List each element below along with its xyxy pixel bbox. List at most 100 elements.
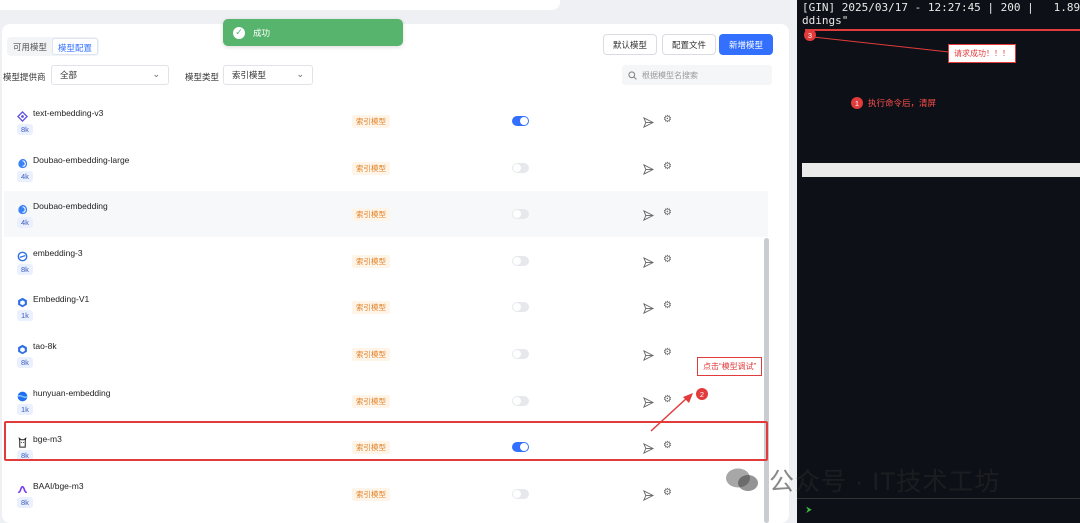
debug-callout: 点击“模型调试”: [697, 357, 763, 376]
table-row: text-embedding-v3 8k 索引模型 ⚙: [4, 98, 768, 144]
enable-toggle[interactable]: [512, 162, 529, 173]
model-name: BAAI/bge-m3: [33, 480, 84, 491]
model-type-tag: 索引模型: [352, 348, 390, 361]
type-select[interactable]: 索引模型 ⌄: [223, 65, 313, 85]
model-name: embedding-3: [33, 247, 83, 258]
type-select-value: 索引模型: [232, 70, 267, 80]
terminal-line-2: ddings": [802, 14, 849, 27]
context-badge: 1k: [17, 403, 33, 415]
wechat-icon: [726, 468, 758, 491]
send-icon[interactable]: [643, 348, 655, 366]
table-row: Embedding-V1 1k 索引模型 ⚙: [4, 284, 768, 330]
clear-note: 1 执行命令后，清屏: [851, 97, 936, 109]
enable-toggle[interactable]: [512, 349, 529, 359]
enable-toggle[interactable]: [512, 209, 529, 220]
table-row: Doubao-embedding-large 4k 索引模型 ⚙: [4, 145, 768, 191]
table-row: tao-8k 8k 索引模型 ⚙: [4, 331, 768, 377]
gear-icon[interactable]: ⚙: [663, 300, 672, 311]
enable-toggle[interactable]: [512, 302, 529, 313]
model-type-tag: 索引模型: [352, 301, 390, 315]
enable-toggle[interactable]: [512, 116, 529, 126]
doubao-icon: [17, 202, 28, 215]
send-icon[interactable]: [643, 208, 655, 226]
context-badge: 8k: [17, 496, 33, 508]
toast-message: 成功: [253, 27, 271, 38]
qwen-icon: [17, 109, 28, 122]
siliconflow-icon: [17, 482, 28, 493]
enable-toggle[interactable]: [512, 395, 529, 406]
clear-note-text: 执行命令后，清屏: [868, 98, 937, 108]
watermark-text: 公众号 · IT技术工坊: [769, 468, 1001, 496]
arrow-icon: [650, 393, 693, 432]
search-input[interactable]: 根据模型名搜索: [622, 65, 772, 85]
check-icon: ✓: [233, 26, 245, 39]
model-name: hunyuan-embedding: [33, 387, 111, 398]
ernie-icon: [17, 342, 28, 355]
ernie-icon: [17, 295, 28, 308]
gear-icon[interactable]: ⚙: [663, 254, 672, 265]
context-badge: 1k: [17, 310, 33, 322]
success-toast: ✓ 成功: [223, 19, 403, 46]
doubao-icon: [17, 156, 28, 168]
success-callout: 请求成功！！！: [948, 44, 1016, 63]
browser-window: 可用模型 模型配置 默认模型 配置文件 新增模型 模型提供商 全部 ⌄ 模型类型…: [0, 0, 797, 523]
terminal-line-1: [GIN] 2025/03/17 - 12:27:45 | 200 | 1.89: [802, 1, 1080, 14]
context-badge: 8k: [17, 124, 33, 135]
connector-line: [812, 36, 950, 53]
provider-label: 模型提供商: [3, 72, 46, 82]
context-badge: 4k: [17, 217, 33, 229]
send-icon[interactable]: [643, 255, 655, 273]
watermark: 公众号 · IT技术工坊: [725, 462, 1000, 498]
type-label: 模型类型: [185, 72, 220, 82]
gear-icon[interactable]: ⚙: [663, 347, 672, 358]
context-badge: 4k: [17, 170, 33, 182]
terminal-prompt-icon: ⮞: [806, 505, 812, 514]
terminal-cursor-bar: [802, 163, 1080, 177]
tab-available-models[interactable]: 可用模型: [8, 38, 52, 55]
default-model-button[interactable]: 默认模型: [603, 34, 658, 55]
context-badge: 8k: [17, 263, 33, 275]
zhipu-icon: [17, 249, 28, 262]
model-type-tag: 索引模型: [352, 487, 390, 501]
model-type-tag: 索引模型: [352, 394, 390, 408]
model-name: Embedding-V1: [33, 294, 90, 305]
send-icon[interactable]: [643, 301, 655, 319]
model-name: Doubao-embedding-large: [33, 154, 130, 165]
gear-icon[interactable]: ⚙: [663, 207, 672, 218]
tab-group: 可用模型 模型配置: [7, 37, 100, 56]
enable-toggle[interactable]: [512, 255, 529, 266]
model-type-tag: 索引模型: [352, 254, 390, 268]
annotation-line: [805, 29, 1080, 31]
tab-model-config[interactable]: 模型配置: [52, 38, 99, 55]
gear-icon[interactable]: ⚙: [663, 114, 672, 125]
model-name: Doubao-embedding: [33, 201, 108, 212]
config-file-button[interactable]: 配置文件: [662, 34, 717, 55]
hunyuan-icon: [17, 389, 28, 401]
search-placeholder: 根据模型名搜索: [642, 70, 698, 80]
gear-icon[interactable]: ⚙: [663, 161, 672, 172]
model-name: text-embedding-v3: [33, 108, 104, 118]
address-bar[interactable]: [0, 0, 560, 10]
provider-select[interactable]: 全部 ⌄: [51, 65, 169, 85]
terminal-window[interactable]: [GIN] 2025/03/17 - 12:27:45 | 200 | 1.89…: [797, 0, 1080, 523]
table-row: Doubao-embedding 4k 索引模型 ⚙: [4, 191, 768, 238]
chevron-down-icon: ⌄: [296, 69, 304, 79]
gear-icon[interactable]: ⚙: [663, 487, 672, 498]
chevron-down-icon: ⌄: [152, 69, 160, 79]
model-type-tag: 索引模型: [352, 208, 390, 222]
send-icon[interactable]: [643, 162, 655, 180]
enable-toggle[interactable]: [512, 488, 529, 499]
provider-select-value: 全部: [60, 70, 78, 80]
table-row: embedding-3 8k 索引模型 ⚙: [4, 238, 768, 284]
add-model-button[interactable]: 新增模型: [719, 34, 774, 55]
step-badge-3: 3: [804, 29, 816, 41]
table-row: BAAI/bge-m3 8k 索引模型 ⚙: [4, 471, 768, 517]
divider: [797, 498, 1080, 499]
step-badge-1: 1: [851, 97, 863, 109]
model-name: tao-8k: [33, 341, 57, 351]
model-type-tag: 索引模型: [352, 115, 390, 128]
send-icon[interactable]: [643, 488, 655, 506]
search-icon: [628, 70, 637, 80]
model-type-tag: 索引模型: [352, 161, 390, 175]
send-icon[interactable]: [643, 115, 655, 133]
